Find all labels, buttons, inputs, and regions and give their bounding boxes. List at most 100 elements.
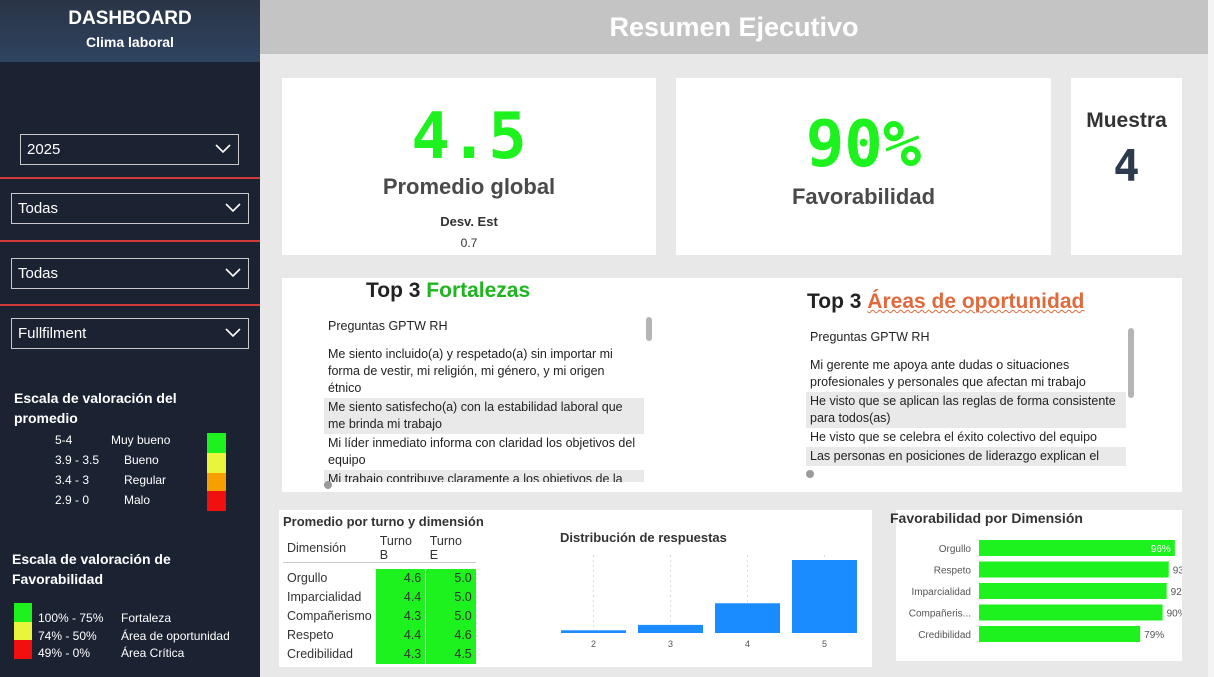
filter-dropdown-3[interactable]: Todas <box>11 258 249 289</box>
dimension-cell: Respeto <box>287 628 334 642</box>
swatch-area-oportunidad <box>14 622 32 640</box>
table-row: Respeto 4.4 4.6 <box>283 625 476 645</box>
scrollbar-handle[interactable] <box>806 470 814 478</box>
turno-b-cell: 4.3 <box>375 606 427 626</box>
sidebar: DASHBOARD Clima laboral 2025 Todas Todas… <box>0 0 260 677</box>
bar-3 <box>638 624 703 633</box>
chevron-down-icon <box>225 328 241 338</box>
desv-value: 0.7 <box>460 236 478 250</box>
turno-b-cell: 4.4 <box>375 625 427 645</box>
desv-label: Desv. Est <box>440 214 498 229</box>
muestra-label: Muestra <box>1086 109 1167 132</box>
distribucion-chart: 2 3 4 5 <box>561 555 857 649</box>
area-filter-dropdown[interactable]: Fullfilment <box>11 318 249 349</box>
x-tick-label: 4 <box>745 639 750 649</box>
chevron-down-icon <box>225 268 241 278</box>
sidebar-header: DASHBOARD Clima laboral <box>0 0 260 62</box>
turno-table-title: Promedio por turno y dimensión <box>283 514 484 529</box>
table-row: Imparcialidad 4.4 5.0 <box>283 587 476 607</box>
bar-5 <box>792 560 857 633</box>
table-header-row: Dimensión Turno B Turno E <box>283 534 476 563</box>
divider <box>0 304 260 306</box>
fortalezas-title: Top 3 Fortalezas <box>366 279 531 302</box>
list-item[interactable]: Me siento incluido(a) y respetado(a) sin… <box>324 345 644 398</box>
value-label: 79% <box>1144 630 1164 641</box>
chevron-down-icon <box>225 203 241 213</box>
promedio-range: 5-4 <box>55 433 73 447</box>
year-filter-value: 2025 <box>27 141 61 158</box>
promedio-card: 4.5 Promedio global Desv. Est 0.7 <box>282 78 656 255</box>
muestra-value: 4 <box>1113 141 1140 192</box>
top3-card: Top 3 Fortalezas Top 3 Áreas de oportuni… <box>282 278 1182 492</box>
category-label: Respeto <box>934 566 972 577</box>
dimension-cell: Compañerismo <box>287 609 372 623</box>
filter-dropdown-2[interactable]: Todas <box>11 193 249 224</box>
area-filter-value: Fullfilment <box>18 325 87 342</box>
scrollbar-thumb[interactable] <box>1128 328 1134 398</box>
chevron-down-icon <box>215 144 231 154</box>
promedio-label: Malo <box>124 493 151 507</box>
turno-table: Dimensión Turno B Turno E Orgullo 4.6 5.… <box>283 534 476 664</box>
dimension-cell: Credibilidad <box>287 647 354 661</box>
x-tick-label: 5 <box>822 639 827 649</box>
promedio-range: 2.9 - 0 <box>55 493 90 507</box>
favor-dim-chart: Orgullo 96% Respeto 93% Imparcialidad 92% Comp… <box>909 540 1182 642</box>
list-item[interactable]: Mi líder inmediato informa con claridad … <box>324 434 644 470</box>
category-label: Orgullo <box>939 544 972 555</box>
promedio-scale-title: Escala de valoración del promedio <box>14 390 177 426</box>
favorabilidad-card: 90% Favorabilidad <box>676 78 1051 255</box>
list-item[interactable]: Mi trabajo contribuye claramente a los o… <box>324 470 644 482</box>
promedio-range: 3.4 - 3 <box>55 473 90 487</box>
list-item[interactable]: He visto que se celebra el éxito colecti… <box>806 428 1126 447</box>
fortalezas-list[interactable]: Preguntas GPTW RH Me siento incluido(a) … <box>324 317 644 482</box>
bar-Orgullo <box>979 540 1175 556</box>
dimension-cell: Imparcialidad <box>287 590 362 604</box>
oportunidades-list[interactable]: Preguntas GPTW RH Mi gerente me apoya an… <box>806 328 1126 476</box>
favor-range: 100% - 75% <box>38 611 104 625</box>
swatch-muy-bueno <box>207 433 226 453</box>
oportunidades-title: Top 3 Áreas de oportunidad <box>807 290 1085 313</box>
swatch-regular <box>207 473 226 493</box>
value-label: 96% <box>1151 544 1171 555</box>
category-label: Credibilidad <box>918 630 971 641</box>
favor-label: Fortaleza <box>121 611 172 625</box>
page-edge <box>1208 0 1214 677</box>
swatch-malo <box>207 491 226 511</box>
divider <box>0 177 260 179</box>
list-item[interactable]: He visto que se aplican las reglas de fo… <box>806 392 1126 428</box>
col-header: Turno E <box>429 534 462 562</box>
year-filter-dropdown[interactable]: 2025 <box>20 134 239 165</box>
filter-3-value: Todas <box>18 265 59 282</box>
list-header: Preguntas GPTW RH <box>328 319 448 333</box>
list-header: Preguntas GPTW RH <box>810 330 930 344</box>
scrollbar-thumb[interactable] <box>646 317 652 341</box>
favor-dim-card: Favorabilidad por Dimensión Orgullo 96% Re… <box>890 510 1182 661</box>
turno-e-cell: 5.0 <box>425 606 476 626</box>
dashboard-title: DASHBOARD <box>68 8 192 29</box>
favor-range: 49% - 0% <box>38 646 91 660</box>
favor-scale-title: Escala de valoración de Favorabilidad <box>12 551 171 587</box>
promedio-label: Promedio global <box>382 174 556 199</box>
swatch-area-critica <box>14 640 32 659</box>
table-row: Credibilidad 4.3 4.5 <box>283 644 476 664</box>
list-item[interactable]: Las personas en posiciones de liderazgo … <box>806 447 1126 466</box>
divider <box>0 240 260 242</box>
value-label: 92% <box>1171 587 1182 598</box>
favorabilidad-label: Favorabilidad <box>791 184 936 209</box>
muestra-card: Muestra 4 <box>1071 78 1182 255</box>
turno-card: Promedio por turno y dimensión Dimensión… <box>279 510 872 667</box>
bar-2 <box>561 630 626 633</box>
scrollbar-handle[interactable] <box>324 481 332 489</box>
list-item[interactable]: Me siento satisfecho(a) con la estabilid… <box>324 398 644 434</box>
bar-Respeto <box>979 561 1169 578</box>
table-row: Compañerismo 4.3 5.0 <box>283 606 476 626</box>
favor-label: Área de oportunidad <box>121 629 230 643</box>
promedio-range: 3.9 - 3.5 <box>55 453 100 467</box>
page-title: Resumen Ejecutivo <box>260 0 1208 54</box>
distribucion-title: Distribución de respuestas <box>560 530 727 545</box>
value-label: 93% <box>1173 566 1182 577</box>
turno-b-cell: 4.3 <box>375 644 427 664</box>
col-header: Dimensión <box>287 541 347 555</box>
col-header: Turno B <box>379 534 412 562</box>
list-item[interactable]: Mi gerente me apoya ante dudas o situaci… <box>806 356 1126 392</box>
